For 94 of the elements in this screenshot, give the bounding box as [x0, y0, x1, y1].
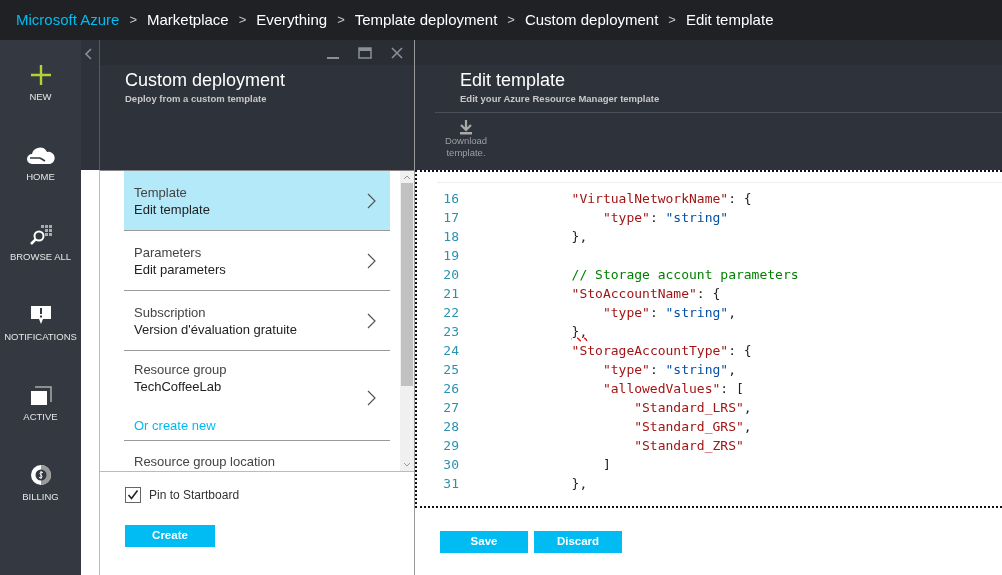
windows-icon — [29, 386, 52, 406]
code-text: "Standard_ZRS" — [634, 436, 744, 455]
search-grid-icon — [28, 224, 53, 246]
item-title: Resource group — [134, 361, 228, 378]
nav-link[interactable]: ACTIVE — [23, 410, 58, 425]
breadcrumb-separator: > — [507, 11, 515, 30]
code-text: : — [649, 208, 659, 227]
line-number: 26 — [442, 379, 459, 398]
blade-title: Edit template — [460, 69, 566, 92]
code-text: , — [728, 303, 736, 322]
code-text: : — [649, 303, 659, 322]
blade-subtitle: Deploy from a custom template — [125, 92, 267, 106]
line-number: 17 — [442, 208, 459, 227]
item-value: Edit parameters — [134, 260, 227, 278]
code-text: : { — [696, 284, 721, 303]
item-title: Parameters — [134, 243, 203, 261]
line-number: 27 — [442, 398, 459, 417]
breadcrumb-link[interactable]: Custom deployment — [524, 8, 659, 32]
code-text: "StoAccountName" — [571, 284, 697, 303]
breadcrumb-separator: > — [337, 11, 345, 30]
code-text: "VirtualNetworkName" — [571, 189, 729, 208]
scrollbar[interactable] — [400, 171, 414, 471]
breadcrumb-link[interactable]: Marketplace — [146, 8, 229, 32]
chevron-right-icon — [367, 389, 376, 406]
coin-icon — [29, 464, 52, 486]
nav-link[interactable]: BROWSE ALL — [9, 250, 72, 265]
code-text: "type" — [602, 360, 650, 379]
line-number: 22 — [442, 303, 459, 322]
item-value: Version d'évaluation gratuite — [134, 320, 298, 338]
checkbox[interactable] — [125, 487, 141, 503]
line-number: 31 — [442, 474, 459, 493]
line-number: 28 — [442, 417, 459, 436]
code-text: : { — [728, 189, 752, 208]
code-text: "type" — [602, 303, 650, 322]
code-text: "string" — [665, 303, 729, 322]
nav-link[interactable]: NEW — [29, 90, 52, 105]
code-text: "StorageAccountType" — [571, 341, 729, 360]
code-text: , — [728, 360, 736, 379]
code-text: "Standard_GRS" — [634, 417, 744, 436]
blade-subtitle: Edit your Azure Resource Manager template — [460, 92, 660, 106]
download-icon — [459, 119, 473, 135]
code-text: "allowedValues" — [602, 379, 721, 398]
line-number: 19 — [442, 246, 459, 265]
chevron-right-icon — [367, 312, 376, 329]
chevron-right-icon — [367, 192, 376, 209]
item-title: Template — [134, 183, 188, 201]
brand-link[interactable]: Microsoft Azure — [16, 8, 120, 32]
code-text: "Standard_LRS" — [634, 398, 744, 417]
nav-link[interactable]: HOME — [26, 170, 55, 185]
code-text: "type" — [602, 208, 650, 227]
nav-link[interactable]: NOTIFICATIONS — [4, 330, 77, 345]
line-number: 25 — [442, 360, 459, 379]
line-number: 24 — [442, 341, 459, 360]
breadcrumb-separator: > — [668, 11, 676, 30]
code-text: : [ — [720, 379, 744, 398]
maximize-icon[interactable] — [358, 45, 372, 60]
code-text: // Storage account parameters — [571, 265, 799, 284]
code-text: , — [743, 417, 752, 436]
item-value: TechCoffeeLab — [134, 378, 223, 395]
line-number: 30 — [442, 455, 459, 474]
breadcrumb-link[interactable]: Edit template — [685, 8, 774, 32]
code-text: : { — [728, 341, 752, 360]
code-text: "string" — [665, 360, 729, 379]
close-icon[interactable] — [390, 45, 404, 60]
line-number: 18 — [442, 227, 459, 246]
item-value: Edit template — [134, 200, 211, 218]
code-text: "string" — [665, 208, 729, 227]
plus-icon — [29, 64, 52, 86]
line-number: 16 — [442, 189, 459, 208]
breadcrumb-link[interactable]: Template deployment — [354, 8, 498, 32]
download-button[interactable]: Download template. — [440, 119, 492, 159]
alert-bubble-icon — [29, 304, 52, 326]
code-text: , — [743, 398, 752, 417]
list-item[interactable]: Template Edit template — [124, 171, 390, 231]
nav-link[interactable]: BILLING — [22, 490, 59, 505]
item-title: Resource group location — [134, 453, 276, 470]
line-number: 23 — [442, 322, 459, 341]
code-text: : — [649, 360, 659, 379]
item-title: Subscription — [134, 303, 207, 321]
chevron-left-icon[interactable] — [83, 48, 93, 60]
breadcrumb-separator: > — [129, 11, 137, 30]
chevron-right-icon — [367, 252, 376, 269]
code-text: ] — [602, 455, 611, 474]
code-editor[interactable] — [415, 170, 1002, 508]
line-number: 21 — [442, 284, 459, 303]
breadcrumb-link[interactable]: Everything — [256, 8, 328, 32]
code-text: }, — [571, 322, 588, 341]
code-text: }, — [571, 474, 588, 493]
code-text: }, — [571, 227, 588, 246]
checkbox-label: Pin to Startboard — [149, 487, 240, 504]
line-number: 29 — [442, 436, 459, 455]
breadcrumb-separator: > — [238, 11, 247, 30]
blade-title: Custom deployment — [125, 69, 286, 92]
line-number: 20 — [442, 265, 459, 284]
